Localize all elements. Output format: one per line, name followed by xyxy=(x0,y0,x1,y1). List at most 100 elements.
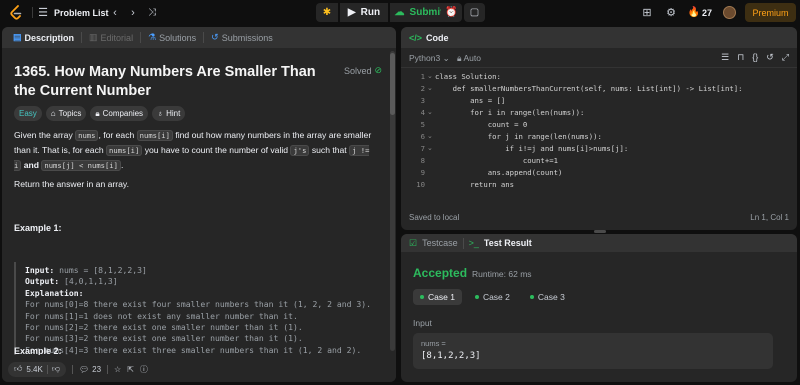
problem-list-link[interactable]: Problem List xyxy=(54,0,109,25)
avatar[interactable] xyxy=(723,6,736,19)
horizontal-resizer[interactable] xyxy=(594,230,606,233)
fold-icon[interactable]: ⌄ xyxy=(427,107,433,119)
debug-button[interactable]: ✱ xyxy=(316,3,338,22)
line-number: 9 xyxy=(420,168,425,177)
example-1-box: Input: nums = [8,1,2,2,3] Output: [4,0,1… xyxy=(14,262,385,355)
cursor-position: Ln 1, Col 1 xyxy=(750,213,789,222)
explanation-line: For nums[1]=1 does not exist any smaller… xyxy=(25,310,298,321)
description-footer: 👍︎ 5.4K 👎︎ 💬︎ 23 ☆ ⇱ ⓘ xyxy=(2,356,396,382)
fold-icon[interactable]: ⌄ xyxy=(427,143,433,155)
case-1-tab[interactable]: Case 1 xyxy=(413,289,462,305)
case-tabs: Case 1 Case 2 Case 3 xyxy=(413,289,572,305)
code-tab[interactable]: </> Code xyxy=(401,27,797,48)
line-number: 2 xyxy=(420,84,425,93)
divider xyxy=(140,32,142,43)
line-number: 8 xyxy=(420,156,425,165)
share-button[interactable]: ⇱ xyxy=(127,365,134,374)
divider xyxy=(46,364,48,374)
divider xyxy=(203,32,205,43)
line-number: 6 xyxy=(420,132,425,141)
chevron-left-icon[interactable]: ‹ xyxy=(110,0,120,25)
timer-button[interactable]: ⏰ xyxy=(441,3,462,22)
verdict: Accepted xyxy=(413,266,468,280)
share-icon: ⇱ xyxy=(127,364,134,374)
input-var: nums = xyxy=(421,339,446,348)
code-line: ans = [] xyxy=(435,96,506,105)
hint-chip[interactable]: ♁ Hint xyxy=(152,106,186,121)
favorite-button[interactable]: ☆ xyxy=(114,365,121,374)
format-icon[interactable]: ☰ xyxy=(721,52,729,63)
tab-submissions[interactable]: ↺ Submissions xyxy=(208,32,276,43)
input-box: nums = [8,1,2,2,3] xyxy=(413,333,773,369)
star-icon: ☆ xyxy=(114,364,122,374)
solved-status: Solved ⊘ xyxy=(344,65,383,76)
alarm-icon: ⏰ xyxy=(445,7,458,18)
reset-icon[interactable]: ↺ xyxy=(766,52,774,63)
auto-mode[interactable]: 🔒︎ Auto xyxy=(457,53,481,64)
thumbs-up-icon[interactable]: 👍︎ xyxy=(14,364,22,374)
language-select[interactable]: Python3 ⌄ xyxy=(409,53,450,64)
streak-count[interactable]: 27 xyxy=(702,0,712,25)
topics-chip[interactable]: ⌂ Topics xyxy=(45,106,87,121)
result-tabs: ☑ Testcase >_ Test Result xyxy=(401,234,797,252)
flask-icon: ⚗ xyxy=(148,32,157,42)
line-number: 7 xyxy=(420,144,425,153)
bookmark-icon[interactable]: ⊓ xyxy=(737,52,744,63)
list-icon[interactable]: ☰ xyxy=(38,0,48,25)
explanation-line: For nums[3]=2 there exist one smaller nu… xyxy=(25,333,303,344)
case-3-tab[interactable]: Case 3 xyxy=(523,289,572,305)
premium-button[interactable]: Premium xyxy=(745,3,796,22)
tab-test-result[interactable]: Test Result xyxy=(484,238,532,248)
fire-icon[interactable]: 🔥 xyxy=(688,0,700,25)
grid-icon[interactable]: ⊞ xyxy=(640,0,654,25)
input-label: Input xyxy=(413,318,432,328)
tab-testcase[interactable]: Testcase xyxy=(422,238,458,248)
comments-button[interactable]: 💬︎ 23 xyxy=(79,365,101,374)
tab-description[interactable]: ▤ Description xyxy=(10,32,77,43)
aux-controls: ⏰ ▢ xyxy=(441,3,485,22)
code-line: if i!=j and nums[i]>nums[j]: xyxy=(435,144,629,153)
tab-solutions[interactable]: ⚗ Solutions xyxy=(145,32,199,43)
description-panel: ▤ Description ▥ Editorial ⚗ Solutions ↺ Subm… xyxy=(2,27,396,382)
code-panel: </> Code Python3 ⌄ 🔒︎ Auto ☰ ⊓ {} ↺ ⤢ 1 2… xyxy=(401,27,797,230)
scrollbar-thumb[interactable] xyxy=(390,53,395,115)
gear-icon[interactable]: ⚙ xyxy=(664,0,678,25)
like-count: 5.4K xyxy=(26,364,43,374)
pass-dot-icon xyxy=(474,295,479,299)
save-status: Saved to local xyxy=(409,213,460,222)
code-line: count = 0 xyxy=(435,120,528,129)
terminal-icon: >_ xyxy=(468,238,479,248)
thumbs-down-icon[interactable]: 👎︎ xyxy=(52,364,60,374)
case-2-tab[interactable]: Case 2 xyxy=(468,289,517,305)
code-line: return ans xyxy=(435,180,515,189)
example-output: Output: [4,0,1,1,3] xyxy=(25,276,118,287)
chevron-right-icon[interactable]: › xyxy=(128,0,138,25)
tab-editorial[interactable]: ▥ Editorial xyxy=(86,32,136,43)
example-2-title: Example 2: xyxy=(14,346,62,355)
run-controls: ✱ ▶ Run ☁ Submit xyxy=(316,3,448,22)
leetcode-logo-icon[interactable] xyxy=(8,0,24,25)
help-button[interactable]: ⓘ xyxy=(140,364,148,375)
lock-icon: 🔒︎ xyxy=(95,108,100,118)
run-button[interactable]: ▶ Run xyxy=(340,3,388,22)
check-circle-icon: ⊘ xyxy=(374,65,383,75)
notes-button[interactable]: ▢ xyxy=(464,3,485,22)
code-editor[interactable]: 1 2 3 4 5 6 7 8 9 10 ⌄ ⌄ ⌄ ⌄ ⌄ class Sol… xyxy=(401,71,797,191)
history-icon: ↺ xyxy=(211,32,219,42)
expand-icon[interactable]: ⤢ xyxy=(782,52,789,63)
book-icon: ▥ xyxy=(89,32,98,42)
line-number: 3 xyxy=(420,96,425,105)
shuffle-icon[interactable]: ⤨ xyxy=(146,0,158,25)
braces-icon[interactable]: {} xyxy=(752,52,758,63)
fold-icon[interactable]: ⌄ xyxy=(427,131,433,143)
comment-icon: 💬︎ xyxy=(78,364,90,374)
description-body: 1365. How Many Numbers Are Smaller Than … xyxy=(2,48,389,355)
submit-button[interactable]: ☁ Submit xyxy=(390,3,448,22)
companies-chip[interactable]: 🔒︎ Companies xyxy=(90,106,149,121)
lock-icon: 🔒︎ xyxy=(457,53,462,63)
fold-icon[interactable]: ⌄ xyxy=(427,83,433,95)
explanation-line: For nums[0]=8 there exist four smaller n… xyxy=(25,299,371,310)
fold-icon[interactable]: ⌄ xyxy=(427,71,433,83)
lightbulb-icon: ♁ xyxy=(157,109,164,118)
tag-icon: ⌂ xyxy=(50,109,56,118)
